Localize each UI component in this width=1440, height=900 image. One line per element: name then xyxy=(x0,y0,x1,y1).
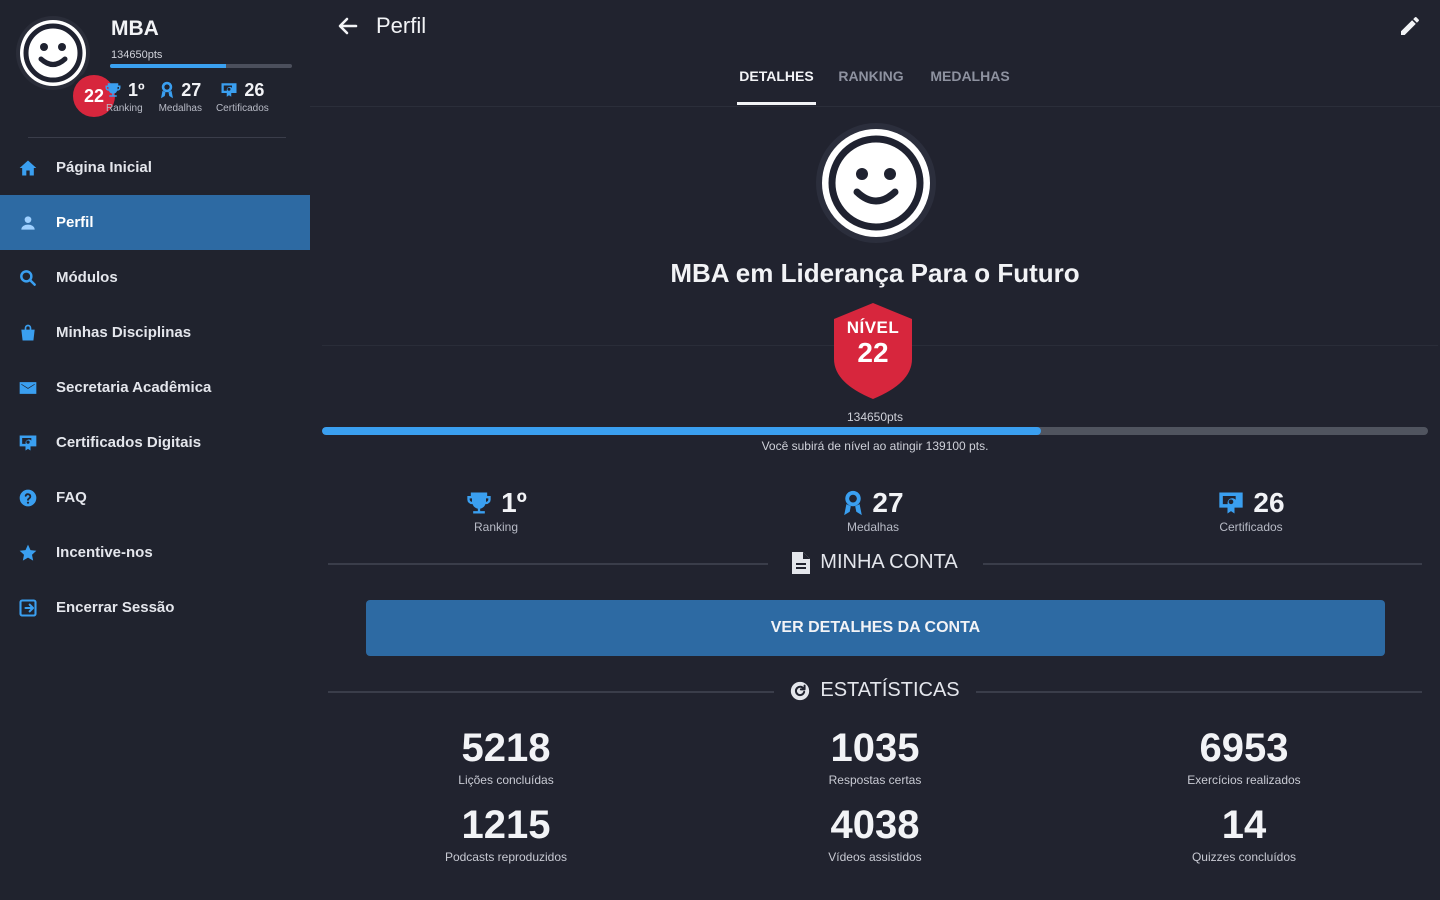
level-value: 22 xyxy=(857,337,889,368)
course-title: MBA em Liderança Para o Futuro xyxy=(670,258,1080,288)
stat-videos: 4038 Vídeos assistidos xyxy=(828,803,922,864)
stat-lessons: 5218 Lições concluídas xyxy=(458,726,554,787)
sidebar-menu: Página Inicial Perfil Módulos Minhas Dis… xyxy=(0,140,310,635)
account-section-header: MINHA CONTA xyxy=(328,549,1422,579)
sidebar-item-home[interactable]: Página Inicial xyxy=(0,140,310,195)
profile-points: 134650pts xyxy=(111,49,163,61)
account-section-title: MINHA CONTA xyxy=(820,551,958,573)
stat-certificates: 26 Certificados xyxy=(1219,487,1285,534)
document-icon xyxy=(792,551,811,574)
tab-medals[interactable]: MEDALHAS xyxy=(924,68,1016,84)
profile-tabs: DETALHES RANKING MEDALHAS xyxy=(310,58,1440,106)
certificate-icon xyxy=(19,435,37,450)
stat-ranking: 1º Ranking xyxy=(396,486,596,534)
view-account-details-button[interactable]: VER DETALHES DA CONTA xyxy=(366,600,1385,656)
stat-medals: 27 Medalhas xyxy=(773,486,973,534)
stat-correct-answers: 1035 Respostas certas xyxy=(828,726,922,787)
back-arrow-icon[interactable] xyxy=(336,14,360,38)
sidebar-item-incentive[interactable]: Incentive-nos xyxy=(0,525,310,580)
profile-stat-certificates: 26 Certificados xyxy=(215,79,269,115)
sidebar-profile[interactable]: 22 MBA 134650pts 1º Ranking 27 Medalhas xyxy=(0,0,310,125)
tabs-divider xyxy=(310,106,1440,107)
stat-podcasts: 1215 Podcasts reproduzidos xyxy=(444,803,568,864)
profile-stats: 1º Ranking 27 Medalhas 26 Certificados xyxy=(104,78,283,114)
medal-icon xyxy=(161,81,174,99)
level-progress-fill xyxy=(322,427,1041,435)
sidebar-item-profile[interactable]: Perfil xyxy=(0,195,310,250)
active-tab-indicator xyxy=(737,102,816,105)
stat-quizzes: 14 Quizzes concluídos xyxy=(1191,803,1297,864)
trophy-icon xyxy=(467,492,491,514)
top-bar: Perfil xyxy=(310,0,1440,52)
refresh-icon xyxy=(791,681,810,700)
statistics-section-header: ESTATÍSTICAS xyxy=(328,677,1422,707)
search-icon xyxy=(20,269,36,286)
main-content: Perfil DETALHES RANKING MEDALHAS MBA em … xyxy=(310,0,1440,900)
statistics-section-title: ESTATÍSTICAS xyxy=(820,679,960,701)
mail-icon xyxy=(19,381,37,394)
trophy-icon xyxy=(105,83,121,97)
profile-name: MBA xyxy=(111,17,159,40)
sidebar: 22 MBA 134650pts 1º Ranking 27 Medalhas xyxy=(0,0,310,900)
bag-icon xyxy=(21,324,35,340)
tab-ranking[interactable]: RANKING xyxy=(832,68,910,84)
star-icon xyxy=(19,544,37,561)
sidebar-item-certificates[interactable]: Certificados Digitais xyxy=(0,415,310,470)
medal-icon xyxy=(844,490,863,516)
pencil-icon[interactable] xyxy=(1398,14,1422,38)
logout-icon xyxy=(19,598,37,617)
points-label: 134650pts xyxy=(846,410,904,424)
person-icon xyxy=(21,215,35,230)
sidebar-item-modules[interactable]: Módulos xyxy=(0,250,310,305)
level-badge: NÍVEL 22 xyxy=(832,318,914,368)
certificate-icon xyxy=(1219,492,1244,514)
sidebar-item-secretary[interactable]: Secretaria Acadêmica xyxy=(0,360,310,415)
sidebar-item-logout[interactable]: Encerrar Sessão xyxy=(0,580,310,635)
avatar[interactable]: 22 xyxy=(14,14,118,120)
next-level-text: Você subirá de nível ao atingir 139100 p… xyxy=(761,439,989,453)
help-icon xyxy=(19,489,37,506)
profile-progress-bar xyxy=(110,64,292,68)
smiley-face-icon xyxy=(816,123,936,243)
sidebar-item-disciplines[interactable]: Minhas Disciplinas xyxy=(0,305,310,360)
profile-progress-fill xyxy=(110,64,227,68)
page-title: Perfil xyxy=(376,13,427,38)
sidebar-item-faq[interactable]: FAQ xyxy=(0,470,310,525)
profile-stat-ranking: 1º Ranking xyxy=(105,79,145,114)
profile-stat-medals: 27 Medalhas xyxy=(158,79,202,115)
level-label: NÍVEL xyxy=(846,318,900,337)
sidebar-divider xyxy=(28,137,286,138)
home-icon xyxy=(19,160,37,175)
level-progress-bar xyxy=(322,427,1428,435)
tab-details[interactable]: DETALHES xyxy=(737,68,816,84)
certificate-icon xyxy=(221,83,237,97)
stat-exercises: 6953 Exercícios realizados xyxy=(1187,726,1301,787)
